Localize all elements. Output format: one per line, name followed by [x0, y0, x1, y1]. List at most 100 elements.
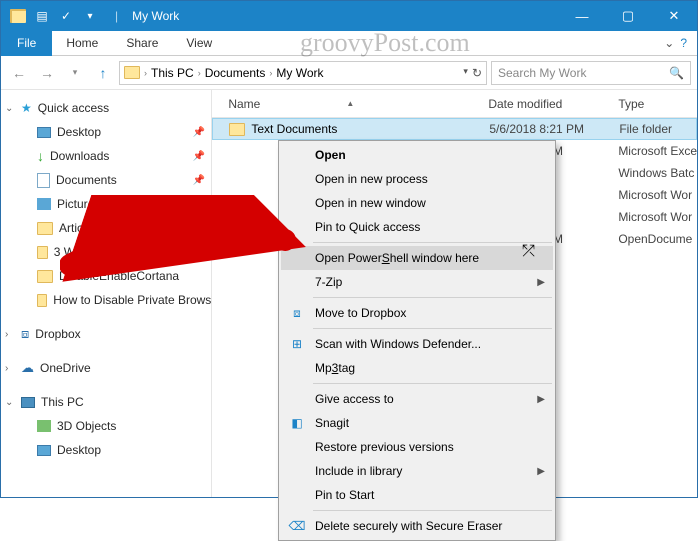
tab-home[interactable]: Home: [52, 31, 112, 56]
chevron-right-icon[interactable]: ›: [269, 68, 272, 78]
file-type: Microsoft Wor: [618, 188, 697, 202]
nav-recent-button[interactable]: ▾: [63, 61, 87, 85]
label: Downloads: [50, 149, 109, 163]
file-type: Windows Batc: [618, 166, 697, 180]
window-title: My Work: [132, 9, 179, 23]
menu-item[interactable]: Give access to▶: [281, 387, 553, 411]
dropbox-icon: ⧈: [21, 326, 29, 342]
label: Dropbox: [35, 327, 80, 341]
tab-view[interactable]: View: [172, 31, 226, 56]
sidebar-item-desktop2[interactable]: Desktop: [1, 438, 211, 462]
nav-back-button[interactable]: ←: [7, 61, 31, 85]
col-date[interactable]: Date modified: [488, 97, 618, 111]
close-button[interactable]: ✕: [651, 1, 697, 31]
submenu-arrow-icon: ▶: [537, 277, 545, 288]
menu-item[interactable]: ◧Snagit: [281, 411, 553, 435]
sidebar-item-downloads[interactable]: ↓Downloads📌: [1, 144, 211, 168]
addr-dropdown-icon[interactable]: ▾: [463, 66, 468, 80]
breadcrumb-documents[interactable]: Documents: [205, 66, 266, 80]
menu-item[interactable]: 7-Zip ▶: [281, 270, 553, 294]
caret-right-icon[interactable]: ›: [5, 329, 15, 340]
defender-icon: ⊞: [288, 337, 306, 351]
menu-item[interactable]: ⧈Move to Dropbox: [281, 301, 553, 325]
star-icon: ★: [21, 101, 32, 115]
snagit-icon: ◧: [288, 416, 306, 430]
qa-new-icon[interactable]: ✓: [55, 5, 77, 27]
help-icon[interactable]: ?: [680, 36, 687, 50]
menu-item[interactable]: Mp3tag: [281, 356, 553, 380]
nav-forward-button: →: [35, 61, 59, 85]
menu-item[interactable]: Open PowerShell window here: [281, 246, 553, 270]
folder-icon: [37, 246, 48, 259]
pc-icon: [21, 397, 35, 408]
annotation-arrow: [60, 195, 310, 285]
label: Desktop: [57, 125, 101, 139]
tab-share[interactable]: Share: [112, 31, 172, 56]
caret-down-icon[interactable]: ⌄: [5, 103, 15, 114]
desktop-icon: [37, 445, 51, 456]
pictures-icon: [37, 198, 51, 210]
sidebar-onedrive[interactable]: › ☁ OneDrive: [1, 356, 211, 380]
address-bar[interactable]: › This PC › Documents › My Work ▾ ↻: [119, 61, 487, 85]
menu-item[interactable]: Open: [281, 143, 553, 167]
sidebar-thispc[interactable]: ⌄This PC: [1, 390, 211, 414]
menu-label: 7-Zip: [315, 275, 342, 289]
label: OneDrive: [40, 361, 91, 375]
sidebar-dropbox[interactable]: › ⧈ Dropbox: [1, 322, 211, 346]
file-date: 5/6/2018 8:21 PM: [489, 122, 619, 136]
chevron-right-icon[interactable]: ›: [144, 68, 147, 78]
menu-label: Pin to Quick access: [315, 220, 420, 234]
col-name[interactable]: Name▲: [228, 97, 488, 111]
menu-item[interactable]: Restore previous versions: [281, 435, 553, 459]
menu-item[interactable]: Include in library▶: [281, 459, 553, 483]
menu-item[interactable]: ⊞Scan with Windows Defender...: [281, 332, 553, 356]
menu-label: Delete securely with Secure Eraser: [315, 519, 502, 533]
minimize-button[interactable]: —: [559, 1, 605, 31]
sidebar-item-3d[interactable]: 3D Objects: [1, 414, 211, 438]
menu-item[interactable]: ⌫Delete securely with Secure Eraser: [281, 514, 553, 538]
titlebar: ▤ ✓ ▾ | My Work — ▢ ✕: [1, 1, 697, 31]
menu-label: Give access to: [315, 392, 394, 406]
onedrive-icon: ☁: [21, 360, 34, 376]
folder-icon: [7, 5, 29, 27]
folder-icon: [124, 66, 140, 79]
search-icon: 🔍: [669, 66, 684, 80]
label: Desktop: [57, 443, 101, 457]
menu-item[interactable]: Pin to Quick access: [281, 215, 553, 239]
menu-label: Move to Dropbox: [315, 306, 406, 320]
qa-down-icon[interactable]: ▾: [79, 5, 101, 27]
menu-label: Mp3tag: [315, 361, 355, 375]
pin-icon: 📌: [193, 175, 205, 186]
caret-down-icon[interactable]: ⌄: [5, 397, 15, 408]
qa-props-icon[interactable]: ▤: [31, 5, 53, 27]
documents-icon: [37, 173, 50, 188]
caret-right-icon[interactable]: ›: [5, 363, 15, 374]
menu-separator: [313, 297, 552, 298]
breadcrumb-mywork[interactable]: My Work: [276, 66, 323, 80]
nav-up-button[interactable]: ↑: [91, 61, 115, 85]
navigation-pane[interactable]: ⌄ ★ Quick access Desktop📌 ↓Downloads📌 Do…: [1, 90, 212, 497]
menu-item[interactable]: Pin to Start: [281, 483, 553, 507]
menu-separator: [313, 328, 552, 329]
maximize-button[interactable]: ▢: [605, 1, 651, 31]
search-input[interactable]: Search My Work 🔍: [491, 61, 691, 85]
menu-separator: [313, 242, 552, 243]
menu-label: Open PowerShell window here: [315, 251, 479, 265]
ribbon-expand-icon[interactable]: ⌄: [664, 36, 674, 50]
file-row-selected[interactable]: Text Documents 5/6/2018 8:21 PM File fol…: [212, 118, 697, 140]
chevron-right-icon[interactable]: ›: [198, 68, 201, 78]
menu-item[interactable]: Open in new process: [281, 167, 553, 191]
col-type[interactable]: Type: [618, 97, 697, 111]
tab-file[interactable]: File: [1, 31, 52, 56]
menu-item[interactable]: Open in new window: [281, 191, 553, 215]
menu-label: Restore previous versions: [315, 440, 454, 454]
sidebar-item-desktop[interactable]: Desktop📌: [1, 120, 211, 144]
breadcrumb-thispc[interactable]: This PC: [151, 66, 194, 80]
sidebar-item-private[interactable]: How to Disable Private Brows: [1, 288, 211, 312]
label: Documents: [56, 173, 117, 187]
sidebar-quick-access[interactable]: ⌄ ★ Quick access: [1, 96, 211, 120]
label: 3D Objects: [57, 419, 116, 433]
folder-icon: [37, 222, 53, 235]
refresh-icon[interactable]: ↻: [472, 66, 482, 80]
sidebar-item-documents[interactable]: Documents 📌: [1, 168, 211, 192]
